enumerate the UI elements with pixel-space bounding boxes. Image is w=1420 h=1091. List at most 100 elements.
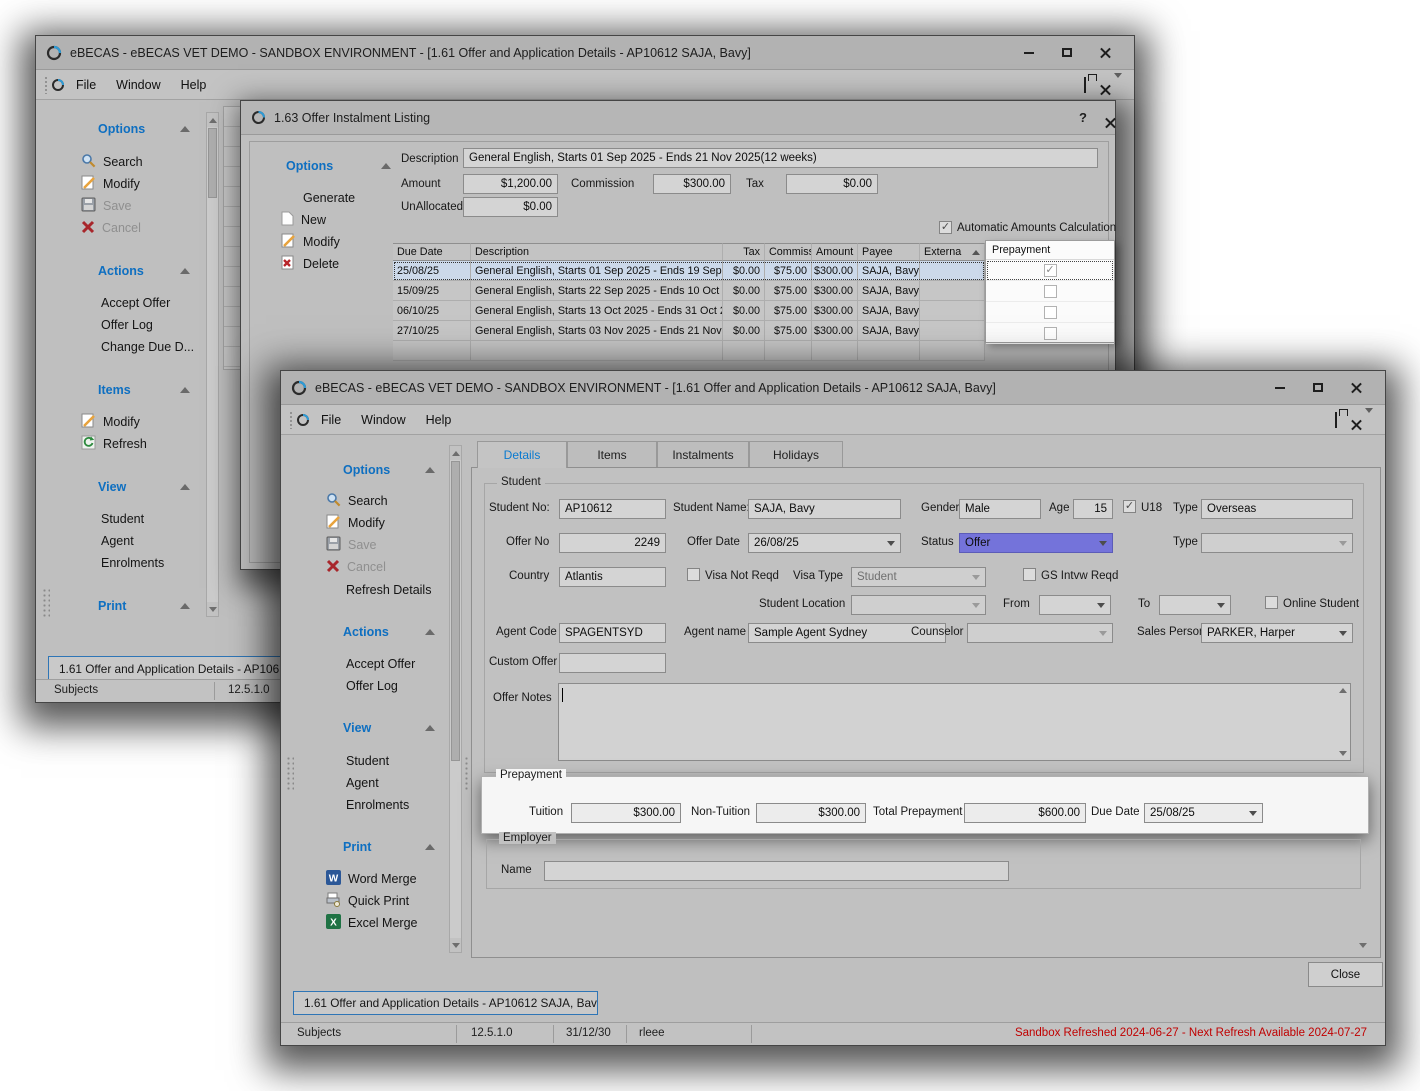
front-offer-log-button[interactable]: Offer Log [346,677,398,695]
unallocated-field[interactable]: $0.00 [463,197,558,217]
table-row[interactable]: 06/10/25General English, Starts 13 Oct 2… [393,301,985,321]
col-amount[interactable]: Amount [812,243,858,261]
from-combo[interactable] [1039,595,1111,615]
front-view-enrolments-button[interactable]: Enrolments [346,796,409,814]
front-refresh-details-button[interactable]: Refresh Details [346,581,431,599]
online-student-checkbox[interactable] [1265,596,1278,609]
splitter-grip[interactable] [42,588,50,618]
splitter-grip[interactable] [464,756,470,790]
dialog-new-button[interactable]: New [281,211,326,229]
u18-checkbox[interactable] [1123,500,1136,513]
table-row[interactable]: 27/10/25General English, Starts 03 Nov 2… [393,321,985,341]
back-save-button[interactable]: Save [81,197,132,215]
counselor-combo[interactable] [967,623,1113,643]
country-field[interactable]: Atlantis [559,567,666,587]
prepayment-due-date-combo[interactable]: 25/08/25 [1144,803,1263,823]
prepayment-checkbox[interactable] [1044,285,1057,298]
prepayment-cell[interactable] [986,302,1114,323]
front-view-agent-button[interactable]: Agent [346,774,379,792]
close-button[interactable] [1086,40,1124,66]
commission-field[interactable]: $300.00 [653,174,731,194]
scrollbar-thumb[interactable] [451,461,460,761]
back-cancel-button[interactable]: Cancel [81,219,141,237]
scroll-up-icon[interactable] [1339,688,1347,693]
prepayment-checkbox[interactable] [1044,327,1057,340]
front-excel-merge-button[interactable]: XExcel Merge [326,914,417,932]
maximize-button[interactable] [1048,40,1086,66]
back-offer-log-button[interactable]: Offer Log [101,316,153,334]
front-section-view[interactable]: View [343,721,435,735]
type-field[interactable]: Overseas [1201,499,1353,519]
close-button[interactable] [1337,375,1375,401]
back-section-actions[interactable]: Actions [98,264,190,278]
back-view-enrolments-button[interactable]: Enrolments [101,554,164,572]
tuition-field[interactable]: $300.00 [571,803,681,823]
back-items-refresh-button[interactable]: Refresh [81,435,147,453]
to-combo[interactable] [1159,595,1231,615]
front-modify-button[interactable]: Modify [326,514,385,532]
col-external[interactable]: Externa [920,243,985,261]
offer-notes-field[interactable] [558,683,1351,761]
back-section-view[interactable]: View [98,480,190,494]
menu-file[interactable]: File [67,75,105,95]
splitter-grip[interactable] [286,756,294,790]
gs-intvw-checkbox[interactable] [1023,568,1036,581]
tax-field[interactable]: $0.00 [786,174,878,194]
scroll-down-icon[interactable] [207,602,218,616]
dialog-generate-button[interactable]: Generate [303,189,355,207]
col-description[interactable]: Description [471,243,723,261]
non-tuition-field[interactable]: $300.00 [756,803,866,823]
scroll-down-icon[interactable] [450,938,461,952]
table-row[interactable]: 15/09/25General English, Starts 22 Sep 2… [393,281,985,301]
prepayment-checkbox[interactable] [1044,306,1057,319]
minimize-button[interactable] [1261,375,1299,401]
front-document-tab[interactable]: 1.61 Offer and Application Details - AP1… [293,991,598,1015]
sales-person-combo[interactable]: PARKER, Harper [1201,623,1353,643]
col-tax[interactable]: Tax [723,243,765,261]
dialog-section-options[interactable]: Options [286,159,391,173]
front-sidebar-scrollbar[interactable] [449,445,462,953]
front-accept-offer-button[interactable]: Accept Offer [346,655,415,673]
front-section-options[interactable]: Options [343,463,435,477]
menu-window[interactable]: Window [352,410,414,430]
back-modify-button[interactable]: Modify [81,175,140,193]
back-change-due-date-button[interactable]: Change Due D... [101,338,194,356]
front-section-actions[interactable]: Actions [343,625,435,639]
visa-not-reqd-checkbox[interactable] [687,568,700,581]
scroll-up-icon[interactable] [450,446,461,460]
menu-help[interactable]: Help [417,410,461,430]
prepayment-cell[interactable] [986,323,1114,344]
scroll-down-icon[interactable] [1359,943,1367,948]
menu-file[interactable]: File [312,410,350,430]
age-field[interactable]: 15 [1073,499,1113,519]
scroll-up-icon[interactable] [207,113,218,127]
back-section-print[interactable]: Print [98,599,190,613]
menu-help[interactable]: Help [172,75,216,95]
front-word-merge-button[interactable]: WWord Merge [326,870,417,888]
scrollbar-thumb[interactable] [208,128,217,198]
description-field[interactable]: General English, Starts 01 Sep 2025 - En… [463,148,1098,168]
menu-overflow-icon[interactable] [1114,78,1122,92]
mdi-restore-button[interactable] [1084,78,1086,92]
agent-code-field[interactable]: SPAGENTSYD [559,623,666,643]
scroll-down-icon[interactable] [1339,751,1347,756]
amount-field[interactable]: $1,200.00 [463,174,558,194]
back-section-options[interactable]: Options [98,122,190,136]
front-section-print[interactable]: Print [343,840,435,854]
front-cancel-button[interactable]: Cancel [326,558,386,576]
total-prepayment-field[interactable]: $600.00 [964,803,1086,823]
front-save-button[interactable]: Save [326,536,377,554]
student-location-combo[interactable] [851,595,986,615]
col-due-date[interactable]: Due Date [393,243,471,261]
help-icon[interactable]: ? [1079,110,1087,125]
maximize-button[interactable] [1299,375,1337,401]
close-dialog-button[interactable]: Close [1308,962,1383,987]
front-search-button[interactable]: Search [326,492,388,510]
status-combo[interactable]: Offer [959,533,1113,553]
auto-calc-checkbox[interactable] [939,221,952,234]
back-accept-offer-button[interactable]: Accept Offer [101,294,170,312]
mdi-restore-button[interactable] [1335,413,1337,427]
offer-no-field[interactable]: 2249 [559,533,666,553]
prepayment-cell[interactable] [986,260,1114,281]
front-view-student-button[interactable]: Student [346,752,389,770]
